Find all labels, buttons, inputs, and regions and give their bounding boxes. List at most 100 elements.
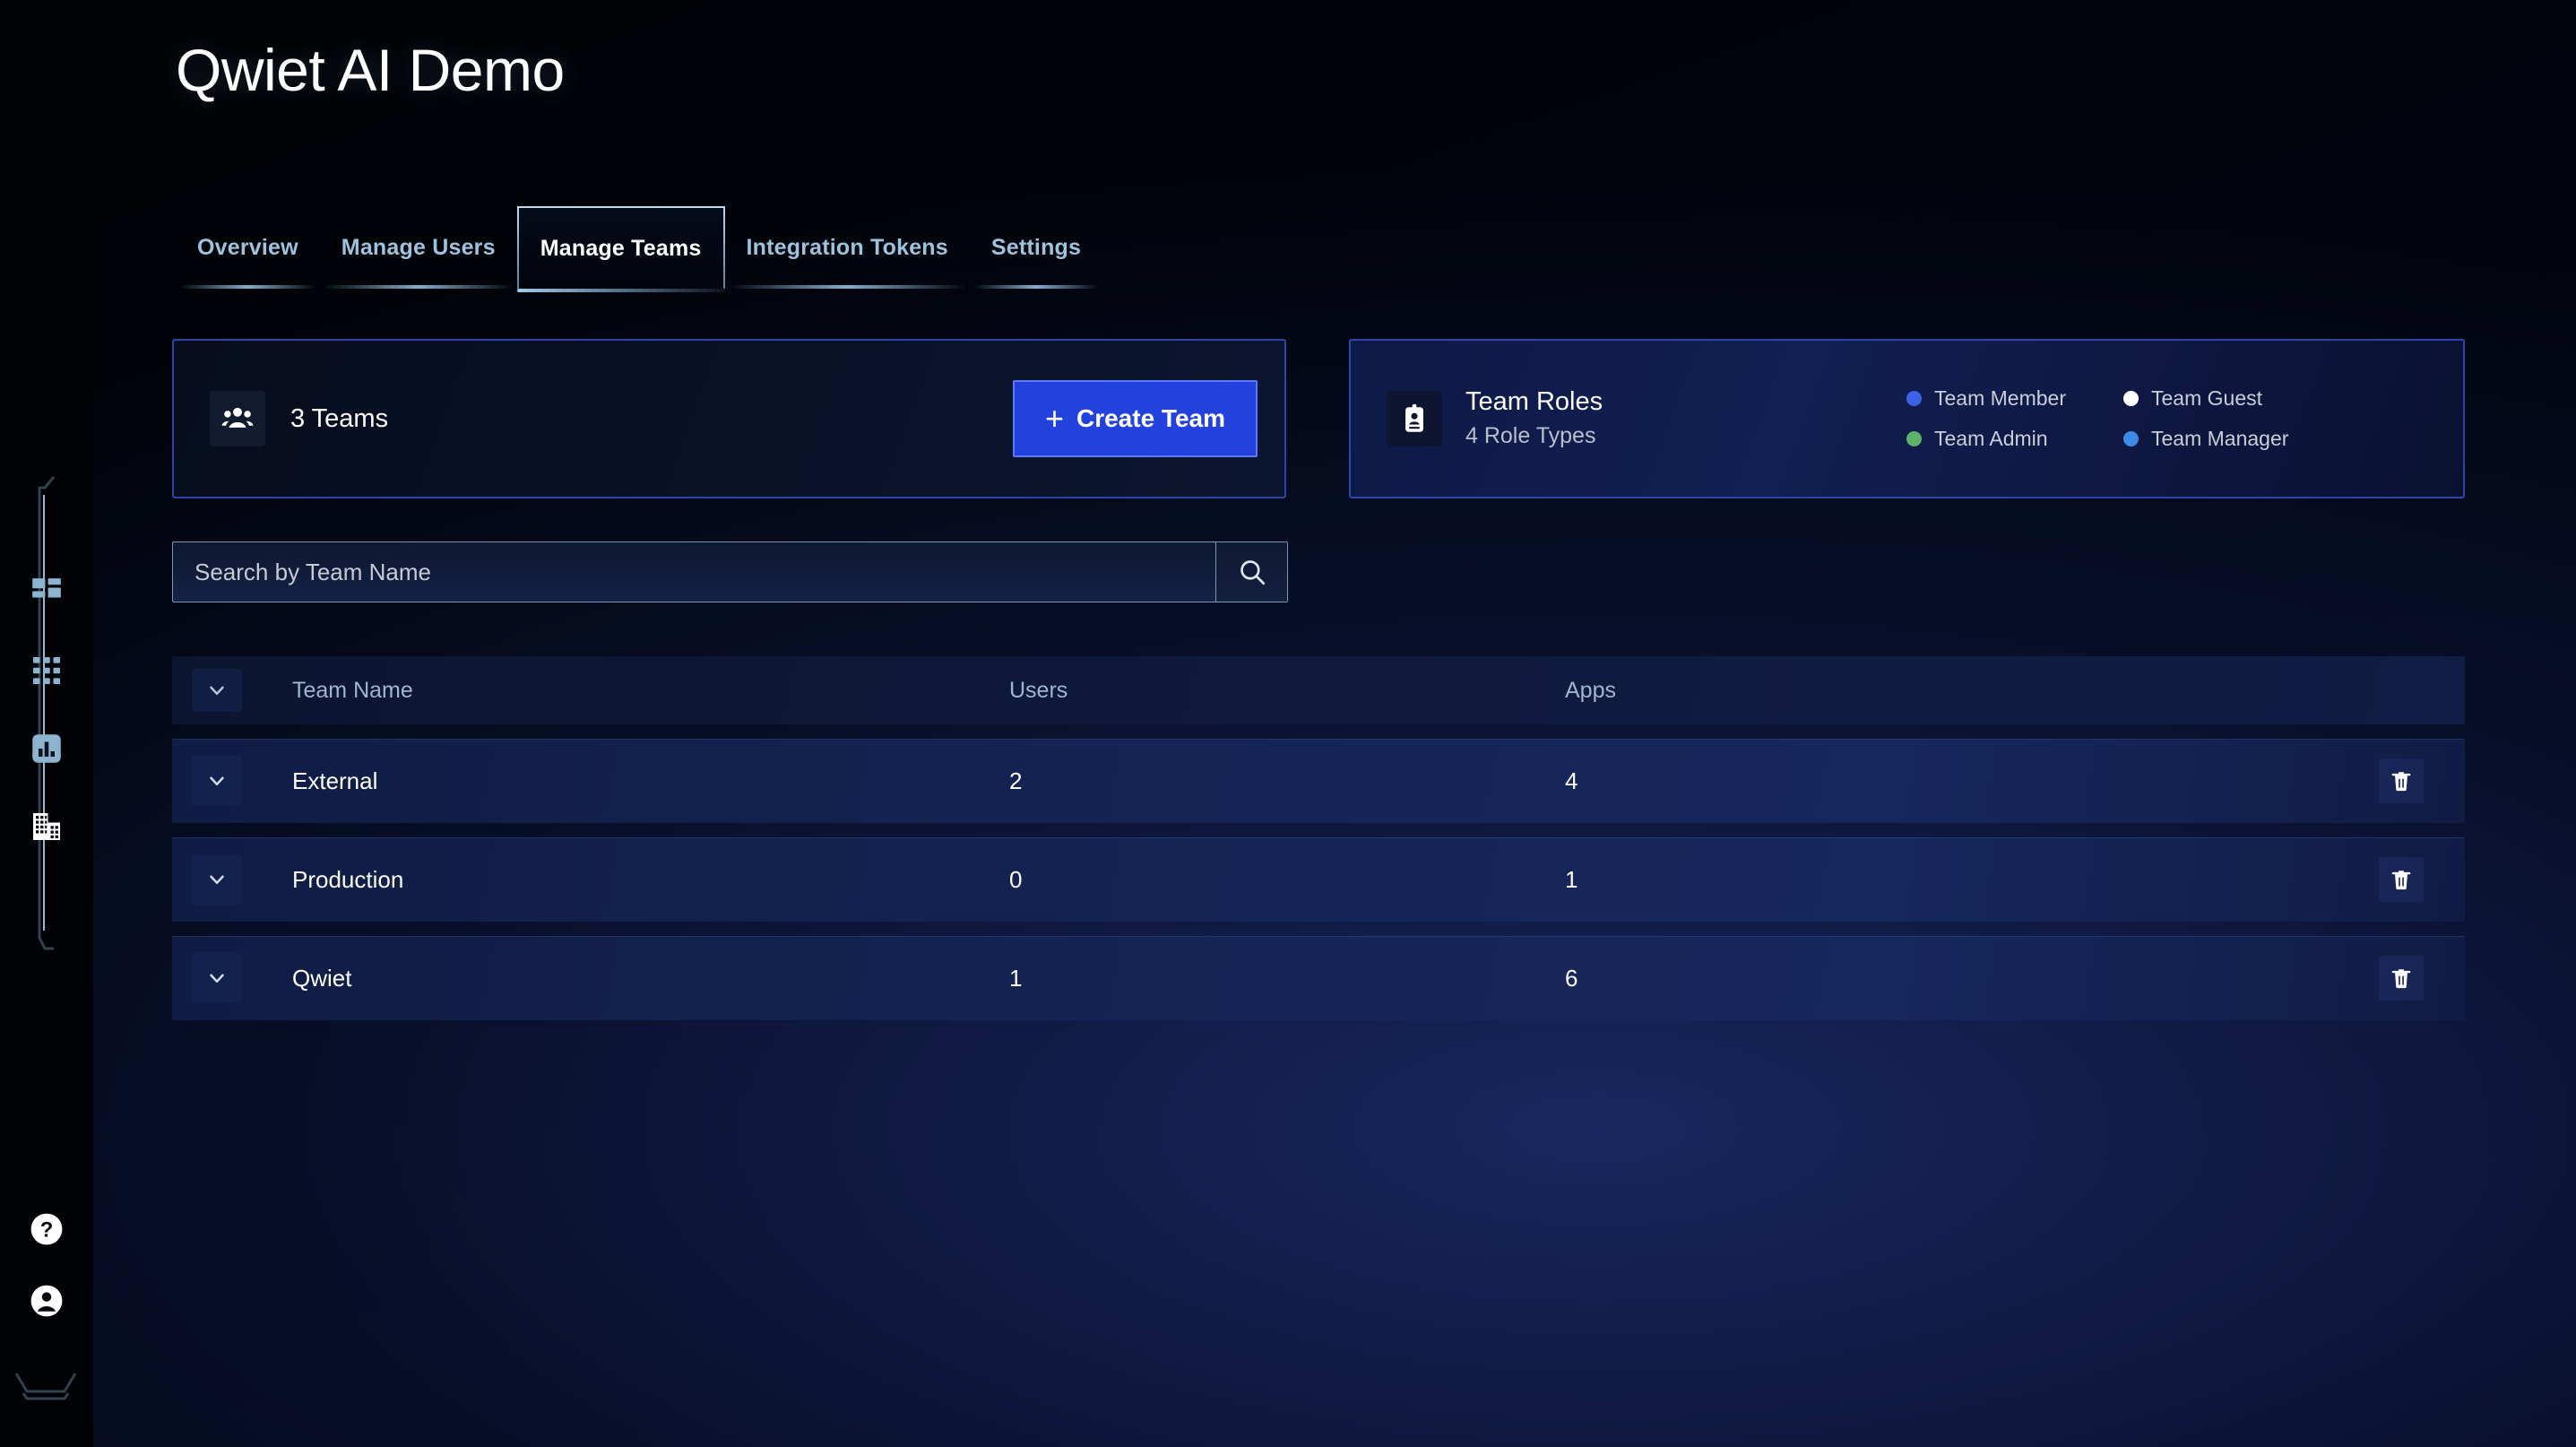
create-team-label: Create Team [1076, 404, 1225, 432]
chevron-down-icon [210, 686, 224, 696]
chevron-down-icon [210, 974, 224, 983]
cell-apps: 6 [1565, 964, 1578, 992]
cell-apps: 4 [1565, 767, 1578, 794]
delete-team-button[interactable] [2379, 857, 2424, 902]
tab-label: Settings [990, 234, 1082, 260]
role-dot-team-guest [2123, 391, 2139, 406]
search-button[interactable] [1215, 542, 1287, 602]
legend-item-team-admin: Team Admin [1906, 427, 2111, 451]
sidebar-item-dashboard[interactable] [28, 574, 65, 611]
legend-label: Team Manager [2151, 427, 2289, 450]
sidebar-item-organization[interactable] [28, 808, 65, 845]
table-row[interactable]: External 2 4 [172, 739, 2465, 823]
tab-underline [181, 285, 315, 289]
sidebar-item-help[interactable]: ? [28, 1210, 65, 1248]
bar-chart-icon [32, 734, 61, 763]
tab-label: Manage Users [341, 234, 496, 260]
sidebar-item-reports[interactable] [28, 730, 65, 767]
cell-actions [2121, 758, 2465, 803]
legend-label: Team Member [1934, 386, 2066, 410]
column-header-users[interactable]: Users [1009, 678, 1565, 704]
column-header-team-name[interactable]: Team Name [242, 678, 1009, 704]
cell-team-name: External [292, 767, 378, 794]
table-header-row: Team Name Users Apps [172, 656, 2465, 724]
team-roles-card: Team Roles 4 Role Types Team Member Team… [1349, 339, 2465, 498]
search-bar [172, 542, 1288, 602]
tab-overview[interactable]: Overview [176, 206, 320, 289]
roles-title: Team Roles [1465, 386, 1604, 416]
row-expand-chevron[interactable] [192, 854, 242, 905]
role-dot-team-manager [2123, 431, 2139, 446]
teams-count-label: 3 Teams [290, 403, 389, 433]
grid-apps-icon [33, 657, 60, 684]
table-row[interactable]: Qwiet 1 6 [172, 936, 2465, 1020]
tab-settings[interactable]: Settings [970, 206, 1102, 289]
row-expand-chevron[interactable] [192, 756, 242, 806]
people-group-icon-wrap [210, 391, 265, 446]
tab-manage-teams[interactable]: Manage Teams [516, 206, 725, 292]
role-dot-team-admin [1906, 431, 1922, 446]
summary-cards: 3 Teams + Create Team Team Roles 4 Role … [172, 339, 2465, 498]
tab-label: Overview [197, 234, 298, 260]
tab-manage-users[interactable]: Manage Users [320, 206, 517, 289]
tab-label: Integration Tokens [746, 234, 948, 260]
svg-text:?: ? [40, 1218, 54, 1243]
role-dot-team-member [1906, 391, 1922, 406]
account-icon [30, 1285, 63, 1317]
cell-users: 1 [1009, 964, 1023, 992]
tab-bar: Overview Manage Users Manage Teams Integ… [176, 206, 1102, 292]
tab-underline [974, 285, 1098, 289]
cell-actions [2121, 857, 2465, 902]
left-sidebar: ? [0, 0, 93, 1447]
legend-item-team-guest: Team Guest [2123, 386, 2288, 411]
sidebar-item-applications[interactable] [28, 652, 65, 689]
cell-team-name: Qwiet [292, 964, 352, 992]
tab-underline [516, 289, 725, 292]
plus-icon: + [1044, 400, 1064, 437]
dashboard-icon [32, 578, 61, 598]
help-icon: ? [30, 1213, 63, 1245]
roles-subtitle: 4 Role Types [1465, 423, 1596, 449]
teams-summary-card: 3 Teams + Create Team [172, 339, 1286, 498]
expand-all-chevron[interactable] [192, 669, 242, 712]
cell-users: 2 [1009, 767, 1023, 794]
chevron-down-icon [210, 875, 224, 885]
sidebar-utility-nav: ? [0, 1210, 93, 1320]
cell-users: 0 [1009, 865, 1023, 893]
create-team-button[interactable]: + Create Team [1012, 380, 1258, 457]
legend-item-team-manager: Team Manager [2123, 427, 2288, 451]
page-title: Qwiet AI Demo [176, 37, 565, 103]
teams-table: Team Name Users Apps External 2 4 Produc… [172, 656, 2465, 1020]
search-icon [1240, 560, 1265, 585]
id-badge-icon-wrap [1387, 391, 1442, 446]
cell-apps: 1 [1565, 865, 1578, 893]
legend-label: Team Guest [2151, 386, 2262, 410]
legend-item-team-member: Team Member [1906, 386, 2111, 411]
search-input[interactable] [173, 542, 1215, 602]
page-root: ? Qwiet AI Demo Overview Manage Users Ma… [0, 0, 2576, 1447]
sidebar-foot-decoration [14, 1373, 77, 1400]
people-group-icon [221, 407, 254, 428]
trash-icon [2391, 969, 2411, 989]
sidebar-item-account[interactable] [28, 1282, 65, 1320]
organization-icon [33, 813, 60, 840]
column-header-apps[interactable]: Apps [1565, 678, 2121, 704]
legend-label: Team Admin [1934, 427, 2048, 450]
tab-label: Manage Teams [540, 235, 702, 261]
cell-team-name: Production [292, 865, 404, 893]
row-expand-chevron[interactable] [192, 953, 242, 1003]
tab-integration-tokens[interactable]: Integration Tokens [725, 206, 970, 289]
sidebar-nav [0, 574, 93, 845]
trash-icon [2391, 772, 2411, 792]
roles-text-block: Team Roles 4 Role Types [1465, 386, 1603, 452]
table-row[interactable]: Production 0 1 [172, 837, 2465, 922]
delete-team-button[interactable] [2379, 758, 2424, 803]
roles-legend: Team Member Team Guest Team Admin Team M… [1906, 386, 2288, 451]
id-badge-icon [1405, 403, 1423, 432]
cell-actions [2121, 956, 2465, 1001]
trash-icon [2391, 871, 2411, 890]
tab-underline [324, 285, 512, 289]
chevron-down-icon [210, 776, 224, 786]
delete-team-button[interactable] [2379, 956, 2424, 1001]
tab-underline [730, 285, 964, 289]
